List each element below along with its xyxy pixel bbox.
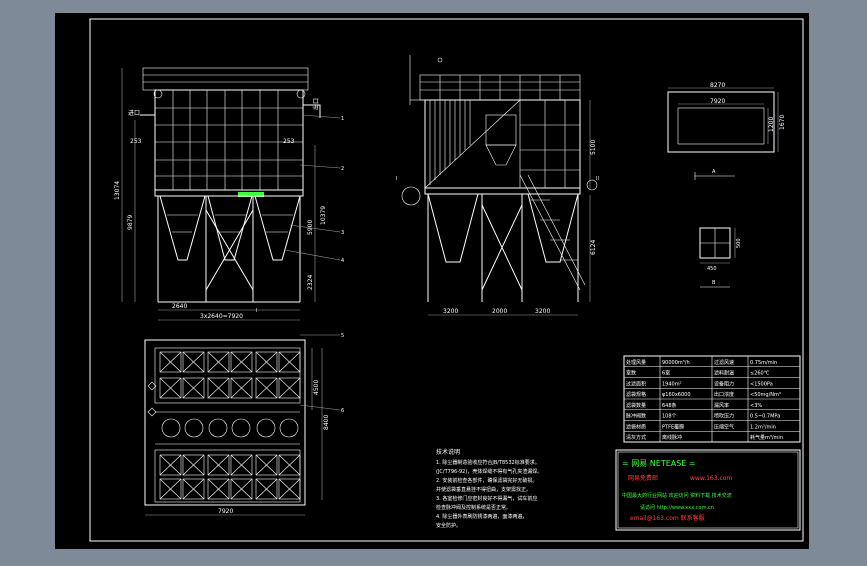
dim-small-w: 450 (707, 266, 717, 272)
spec-table-cell: 0.75m/min (750, 360, 777, 366)
dim-front-total: 3x2640=7920 (200, 313, 243, 320)
watermark-line-5: email@163.com 联系客服 (630, 514, 705, 522)
watermark-line-2a: 网易免费邮 (628, 474, 658, 482)
dim-front-inlet2: 253 (283, 138, 295, 145)
watermark-line-2b: www.163.com (690, 475, 732, 482)
watermark-line-4: 请访问 http://www.xxx.com.cn (640, 504, 714, 511)
spec-table-cell: 90000m³/h (662, 360, 690, 366)
tech-note-line: 2. 安装前检查各部件，确保滤袋完好无破损。 (436, 477, 537, 484)
dim-plan-h1: 4500 (313, 380, 320, 395)
spec-table-cell: 1.2m³/min (750, 424, 776, 430)
spec-table-cell: 108个 (662, 414, 677, 420)
spec-table-cell: 清灰方式 (626, 434, 646, 441)
spec-table-cell: 滤袋数量 (626, 402, 646, 409)
spec-table-cell: <1500Pa (750, 381, 773, 387)
callout-6: 6 (341, 408, 344, 414)
dim-front-h5: 2324 (307, 275, 314, 290)
spec-table-cell: 耗气量m³/min (750, 434, 783, 441)
spec-table-cell: 滤料耐温 (714, 370, 734, 377)
spec-table-cell: 出口浓度 (714, 391, 734, 398)
drawing-canvas: 13074 9879 10379 5900 2324 2640 3x2640=7… (55, 13, 809, 549)
dim-small-h: 500 (736, 238, 742, 248)
spec-table-cell: 0.5~0.7MPa (750, 414, 780, 420)
tech-notes: 技术说明 1. 除尘器制造验收应符合JB/T8532标准要求。 (JC/T796… (436, 448, 542, 529)
spec-table-cell: 处理风量 (626, 359, 646, 366)
dim-outer-w: 8270 (710, 82, 725, 89)
dim-front-h2: 9879 (127, 215, 134, 230)
callout-2: 2 (341, 166, 344, 172)
tech-note-line: 3. 各室检修门应密封良好不得漏气，试车前应 (436, 495, 537, 502)
tech-note-line: 检查脉冲阀及控制系统是否正常。 (436, 504, 511, 511)
view-label: I (256, 308, 257, 314)
dim-side-w2: 2000 (492, 308, 507, 315)
dim-front-width: 2640 (172, 303, 187, 310)
dim-plan-width: 7920 (218, 508, 233, 515)
tech-notes-title: 技术说明 (436, 448, 460, 456)
section-b-label: B (712, 280, 716, 286)
watermark-line-1: = 网易 NETEASE = (622, 459, 696, 468)
tech-note-line: 4. 除尘器外表刷防锈漆两遍，面漆两遍， (436, 513, 527, 520)
spec-table-cell: 1940m² (662, 381, 682, 387)
tech-note-line: (JC/T796-92)，壳体焊缝不得有气孔夹渣漏焊。 (436, 468, 542, 475)
spec-table-cell: 过滤风速 (714, 359, 734, 366)
spec-table-cell: 漏风率 (714, 402, 729, 409)
dim-side-w3: 3200 (535, 308, 550, 315)
tech-note-line: 安全防护。 (436, 522, 461, 529)
callout-3: 3 (341, 230, 344, 236)
callout-4: 4 (341, 258, 344, 264)
spec-table-cell: φ160x6000 (662, 392, 691, 398)
spec-table-cell: 脉冲阀数 (626, 413, 646, 420)
tech-note-line: 并使滤袋垂直悬挂不得扭曲，支架需找正。 (436, 486, 531, 493)
spec-table-cell: ≤260℃ (750, 371, 770, 377)
detail-label-ii: II (596, 176, 599, 182)
spec-table-cell: 过滤面积 (626, 380, 646, 387)
dim-side-h1: 5100 (590, 140, 597, 155)
spec-table-cell: 室数 (626, 370, 636, 377)
spec-table-cell: 滤袋材质 (626, 423, 646, 430)
spec-table-cell: 离线脉冲 (662, 434, 682, 441)
drawing-sheet (55, 13, 809, 549)
callout-1: 1 (341, 116, 344, 122)
spec-table-cell: 滤袋规格 (626, 391, 646, 398)
dim-front-h1: 13074 (114, 181, 121, 200)
spec-table-cell: 喷吹压力 (714, 413, 734, 420)
detail-label-i: I (396, 176, 397, 182)
spec-table-cell: <50mg/Nm³ (750, 392, 781, 398)
spec-table-cell: PTFE覆膜 (662, 423, 684, 430)
cad-viewport: 13074 9879 10379 5900 2324 2640 3x2640=7… (0, 0, 867, 562)
dim-inner-w: 7920 (710, 98, 725, 105)
dim-front-h3: 10379 (320, 206, 327, 225)
spec-table-cell: 设备阻力 (714, 380, 734, 387)
dim-outer-h: 1670 (779, 115, 786, 130)
spec-table-cell: 6室 (662, 370, 670, 377)
dim-front-inlet: 253 (130, 138, 142, 145)
inlet-label: 进口 (128, 109, 140, 117)
dim-inner-h: 1200 (768, 117, 775, 132)
section-a-label: A (712, 169, 716, 175)
watermark-line-3: 中国最大的行业网站 欢迎访问 资料下载 技术交流 (622, 492, 732, 499)
dim-side-w1: 3200 (443, 308, 458, 315)
dim-side-h2: 6124 (590, 240, 597, 255)
tech-note-line: 1. 除尘器制造验收应符合JB/T8532标准要求。 (436, 459, 540, 466)
outlet-label: 出口 (312, 98, 320, 110)
spec-table-cell: <3% (750, 403, 762, 409)
spec-table-cell: 压缩空气 (714, 423, 734, 430)
spec-table-cell: 648条 (662, 402, 677, 409)
callout-5: 5 (341, 333, 344, 339)
dim-plan-h2: 8400 (323, 415, 330, 430)
